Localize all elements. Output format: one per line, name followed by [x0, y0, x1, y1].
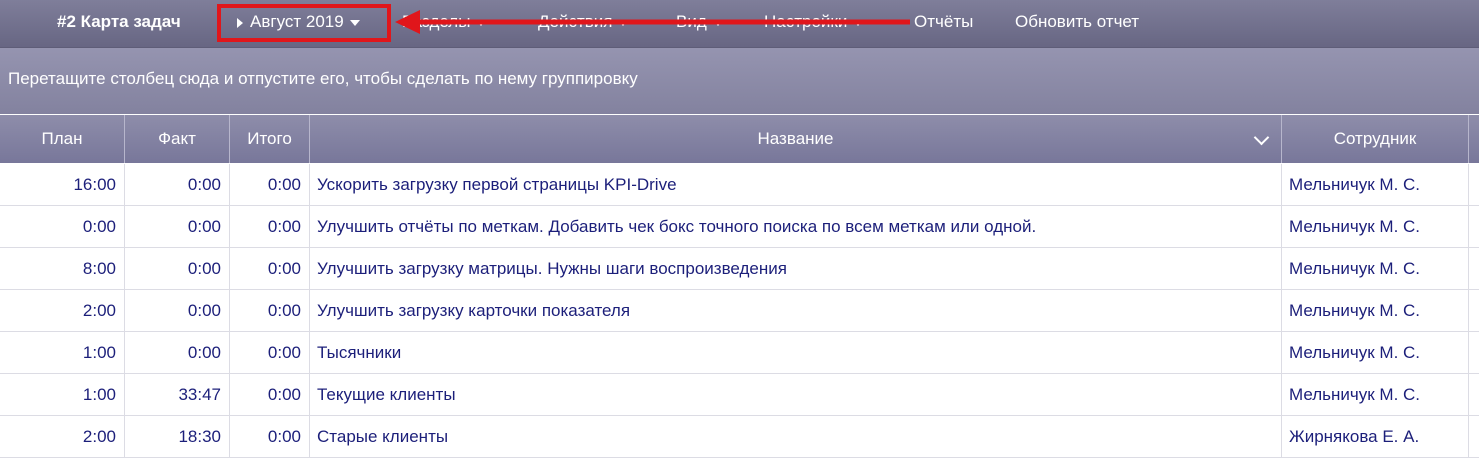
group-hint-text: Перетащите столбец сюда и отпустите его,… — [8, 69, 638, 88]
column-header-fact[interactable]: Факт — [125, 115, 230, 163]
table-row[interactable]: 0:00 0:00 0:00 Улучшить отчёты по меткам… — [0, 206, 1479, 248]
table-row[interactable]: 2:00 18:30 0:00 Старые клиенты Жирнякова… — [0, 416, 1479, 458]
toolbar: #2 Карта задач Август 2019 Разделы Дейст… — [0, 0, 1479, 48]
table-row[interactable]: 2:00 0:00 0:00 Улучшить загрузку карточк… — [0, 290, 1479, 332]
grid-header: План Факт Итого Название Сотрудник — [0, 115, 1479, 163]
cell-total: 0:00 — [230, 416, 310, 457]
chevron-down-icon[interactable] — [1253, 129, 1270, 146]
cell-fact: 0:00 — [125, 332, 230, 373]
cell-total: 0:00 — [230, 164, 310, 205]
cell-name[interactable]: Текущие клиенты — [310, 374, 1282, 415]
cell-fact: 0:00 — [125, 248, 230, 289]
cell-plan: 2:00 — [0, 416, 125, 457]
menu-view-label: Вид — [676, 12, 707, 31]
cell-name[interactable]: Старые клиенты — [310, 416, 1282, 457]
menu-actions[interactable]: Действия — [538, 12, 629, 32]
cell-employee: Мельничук М. С. — [1282, 164, 1469, 205]
cell-employee: Мельничук М. С. — [1282, 248, 1469, 289]
menu-actions-label: Действия — [538, 12, 613, 31]
chevron-down-icon — [853, 19, 864, 26]
menu-sections-label: Разделы — [402, 12, 471, 31]
expand-arrow-icon — [237, 17, 243, 28]
chevron-down-icon — [712, 19, 723, 26]
cell-fact: 33:47 — [125, 374, 230, 415]
cell-name[interactable]: Улучшить загрузку карточки показателя — [310, 290, 1282, 331]
column-header-plan[interactable]: План — [0, 115, 125, 163]
menu-settings[interactable]: Настройки — [764, 12, 864, 32]
cell-total: 0:00 — [230, 206, 310, 247]
period-selector[interactable]: Август 2019 — [237, 12, 360, 32]
refresh-report-link[interactable]: Обновить отчет — [1015, 12, 1139, 32]
cell-fact: 0:00 — [125, 164, 230, 205]
cell-fact: 0:00 — [125, 290, 230, 331]
cell-total: 0:00 — [230, 332, 310, 373]
cell-name[interactable]: Тысячники — [310, 332, 1282, 373]
cell-plan: 8:00 — [0, 248, 125, 289]
period-label: Август 2019 — [250, 12, 344, 31]
table-row[interactable]: 16:00 0:00 0:00 Ускорить загрузку первой… — [0, 164, 1479, 206]
column-header-name-label: Название — [757, 129, 834, 148]
table-row[interactable]: 1:00 33:47 0:00 Текущие клиенты Мельничу… — [0, 374, 1479, 416]
grid-body: 16:00 0:00 0:00 Ускорить загрузку первой… — [0, 164, 1479, 458]
column-header-name[interactable]: Название — [310, 115, 1282, 163]
reports-link[interactable]: Отчёты — [914, 12, 973, 32]
cell-name[interactable]: Улучшить отчёты по меткам. Добавить чек … — [310, 206, 1282, 247]
cell-employee: Мельничук М. С. — [1282, 206, 1469, 247]
cell-total: 0:00 — [230, 290, 310, 331]
board-title[interactable]: #2 Карта задач — [57, 12, 181, 32]
column-header-total[interactable]: Итого — [230, 115, 310, 163]
cell-plan: 16:00 — [0, 164, 125, 205]
cell-plan: 1:00 — [0, 374, 125, 415]
cell-total: 0:00 — [230, 374, 310, 415]
cell-employee: Мельничук М. С. — [1282, 332, 1469, 373]
cell-employee: Жирнякова Е. А. — [1282, 416, 1469, 457]
cell-employee: Мельничук М. С. — [1282, 290, 1469, 331]
cell-total: 0:00 — [230, 248, 310, 289]
group-drop-zone[interactable]: Перетащите столбец сюда и отпустите его,… — [0, 48, 1479, 114]
cell-employee: Мельничук М. С. — [1282, 374, 1469, 415]
cell-name[interactable]: Ускорить загрузку первой страницы KPI-Dr… — [310, 164, 1282, 205]
cell-fact: 0:00 — [125, 206, 230, 247]
column-header-employee[interactable]: Сотрудник — [1282, 115, 1469, 163]
table-row[interactable]: 8:00 0:00 0:00 Улучшить загрузку матрицы… — [0, 248, 1479, 290]
cell-name[interactable]: Улучшить загрузку матрицы. Нужны шаги во… — [310, 248, 1282, 289]
chevron-down-icon — [476, 19, 487, 26]
cell-plan: 2:00 — [0, 290, 125, 331]
menu-sections[interactable]: Разделы — [402, 12, 487, 32]
menu-settings-label: Настройки — [764, 12, 848, 31]
chevron-down-icon — [349, 19, 360, 26]
menu-view[interactable]: Вид — [676, 12, 723, 32]
table-row[interactable]: 1:00 0:00 0:00 Тысячники Мельничук М. С. — [0, 332, 1479, 374]
cell-plan: 1:00 — [0, 332, 125, 373]
chevron-down-icon — [618, 19, 629, 26]
cell-fact: 18:30 — [125, 416, 230, 457]
cell-plan: 0:00 — [0, 206, 125, 247]
